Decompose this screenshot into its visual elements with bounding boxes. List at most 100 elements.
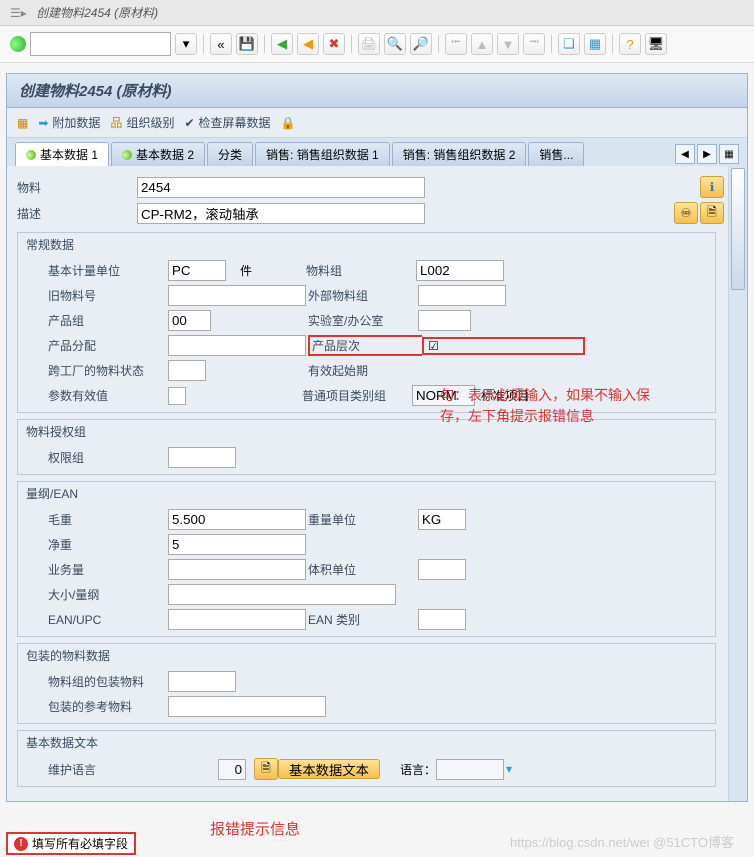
back-button[interactable]: « xyxy=(210,33,232,55)
net-field[interactable] xyxy=(168,534,306,555)
tab-basic-2[interactable]: 基本数据 2 xyxy=(111,142,205,166)
scrollbar-thumb[interactable] xyxy=(731,168,745,290)
status-message: 填写所有必填字段 xyxy=(32,835,128,852)
find-next-icon[interactable]: 🔎 xyxy=(410,33,432,55)
lang-count xyxy=(218,759,246,780)
customize-icon[interactable]: 🖥 xyxy=(645,33,667,55)
check-screen-button[interactable]: ✔检查屏幕数据 xyxy=(184,114,270,131)
auth-label: 权限组 xyxy=(48,449,168,466)
dropdown-toggle[interactable]: ▾ xyxy=(175,33,197,55)
base-uom-label: 基本计量单位 xyxy=(48,262,168,279)
new-session-icon[interactable]: ❏ xyxy=(558,33,580,55)
ext-mat-label: 外部物料组 xyxy=(308,287,418,304)
additional-data-button[interactable]: ➡附加数据 xyxy=(38,114,100,131)
app-toolbar: ▾ « 💾 ◀ ◀ ✖ 🖨 🔍 🔎 ⭰ ▲ ▼ ⭲ ❏ ▦ ? 🖥 xyxy=(0,26,754,63)
help-icon[interactable]: ? xyxy=(619,33,641,55)
tab-strip: 基本数据 1 基本数据 2 分类 销售: 销售组织数据 1 销售: 销售组织数据… xyxy=(7,138,747,166)
auth-field[interactable] xyxy=(168,447,236,468)
base-uom-field[interactable] xyxy=(168,260,226,281)
info-button[interactable]: ℹ xyxy=(700,176,724,198)
size-field[interactable] xyxy=(168,584,396,605)
mat-group-field[interactable] xyxy=(416,260,504,281)
material-field[interactable] xyxy=(137,177,425,198)
vunit-label: 体积单位 xyxy=(308,561,418,578)
tab-basic-1[interactable]: 基本数据 1 xyxy=(15,142,109,166)
gen-item-label: 普通项目类别组 xyxy=(302,387,412,404)
pkg-mat-field[interactable] xyxy=(168,671,236,692)
window-titlebar: ☰▸ 创建物料2454 (原材料) xyxy=(0,0,754,26)
ext-mat-field[interactable] xyxy=(418,285,506,306)
tab-sales-more[interactable]: 销售... xyxy=(528,142,584,166)
cross-plant-field[interactable] xyxy=(168,360,206,381)
tab-scroll-left[interactable]: ◀ xyxy=(675,144,695,164)
dropdown-icon[interactable]: ▾ xyxy=(506,762,512,776)
back-icon[interactable]: ◀ xyxy=(271,33,293,55)
print-icon[interactable]: 🖨 xyxy=(358,33,380,55)
find-icon[interactable]: 🔍 xyxy=(384,33,406,55)
biz-field[interactable] xyxy=(168,559,306,580)
pkg-mat-label: 物料组的包装物料 xyxy=(48,673,168,690)
vertical-scrollbar[interactable] xyxy=(728,166,747,801)
next-page-icon[interactable]: ▼ xyxy=(497,33,519,55)
page-title: 创建物料2454 (原材料) xyxy=(7,74,747,108)
command-field[interactable] xyxy=(30,32,171,56)
general-data-title: 常规数据 xyxy=(18,233,715,256)
lock-icon[interactable]: 🔒 xyxy=(281,116,296,130)
basic-text-button[interactable]: 基本数据文本 xyxy=(278,759,380,779)
gross-field[interactable] xyxy=(168,509,306,530)
base-uom-text: 件 xyxy=(226,262,266,279)
old-mat-field[interactable] xyxy=(168,285,306,306)
prod-hier-required-mark: ☑ xyxy=(422,337,585,355)
exit-icon[interactable]: ◀ xyxy=(297,33,319,55)
text-doc-icon[interactable]: 🗎 xyxy=(254,758,278,780)
net-label: 净重 xyxy=(48,536,168,553)
link-button[interactable]: ♾ xyxy=(674,202,698,224)
tab-sales-2[interactable]: 销售: 销售组织数据 2 xyxy=(392,142,527,166)
annotation-required: 勾：表示必须输入，如果不输入保存，左下角提示报错信息 xyxy=(440,385,650,427)
last-page-icon[interactable]: ⭲ xyxy=(523,33,545,55)
ref-mat-field[interactable] xyxy=(168,696,326,717)
prod-alloc-label: 产品分配 xyxy=(48,337,168,354)
pack-group-title: 包装的物料数据 xyxy=(18,644,715,667)
prev-page-icon[interactable]: ▲ xyxy=(471,33,493,55)
ref-mat-label: 包装的参考物料 xyxy=(48,698,168,715)
description-field[interactable] xyxy=(137,203,425,224)
tab-sales-1[interactable]: 销售: 销售组织数据 1 xyxy=(255,142,390,166)
ean-field[interactable] xyxy=(168,609,306,630)
status-ok-icon xyxy=(26,150,36,160)
tab-list[interactable]: ▦ xyxy=(719,144,739,164)
ean-label: EAN/UPC xyxy=(48,613,168,627)
lab-field[interactable] xyxy=(418,310,471,331)
size-label: 大小/量纲 xyxy=(48,586,168,603)
wunit-field[interactable] xyxy=(418,509,466,530)
menu-icon[interactable]: ☰▸ xyxy=(10,6,27,20)
save-button[interactable]: 💾 xyxy=(236,33,258,55)
doc-button[interactable]: 🗎 xyxy=(700,202,724,224)
vunit-field[interactable] xyxy=(418,559,466,580)
cancel-icon[interactable]: ✖ xyxy=(323,33,345,55)
tab-classification[interactable]: 分类 xyxy=(207,142,253,166)
prod-hier-label: 产品层次 xyxy=(308,335,422,356)
status-ok-icon xyxy=(122,150,132,160)
division-field[interactable] xyxy=(168,310,211,331)
param-valid-checkbox[interactable] xyxy=(168,387,186,405)
param-valid-label: 参数有效值 xyxy=(48,387,168,404)
mat-group-label: 物料组 xyxy=(306,262,416,279)
other-material-icon[interactable]: ▦ xyxy=(17,116,28,130)
eancat-field[interactable] xyxy=(418,609,466,630)
prod-alloc-field[interactable] xyxy=(168,335,306,356)
biz-label: 业务量 xyxy=(48,561,168,578)
gross-label: 毛重 xyxy=(48,511,168,528)
tab-scroll-right[interactable]: ▶ xyxy=(697,144,717,164)
first-page-icon[interactable]: ⭰ xyxy=(445,33,467,55)
division-label: 产品组 xyxy=(48,312,168,329)
error-icon: ! xyxy=(14,837,28,851)
cross-plant-label: 跨工厂的物料状态 xyxy=(48,362,168,379)
org-levels-button[interactable]: 品组织级别 xyxy=(110,114,174,131)
status-bar: ! 填写所有必填字段 xyxy=(6,832,136,855)
layout-icon[interactable]: ▦ xyxy=(584,33,606,55)
lang2-label: 语言： xyxy=(400,761,436,778)
text-group-title: 基本数据文本 xyxy=(18,731,715,754)
accept-icon[interactable] xyxy=(10,36,26,52)
lang2-field xyxy=(436,759,504,780)
